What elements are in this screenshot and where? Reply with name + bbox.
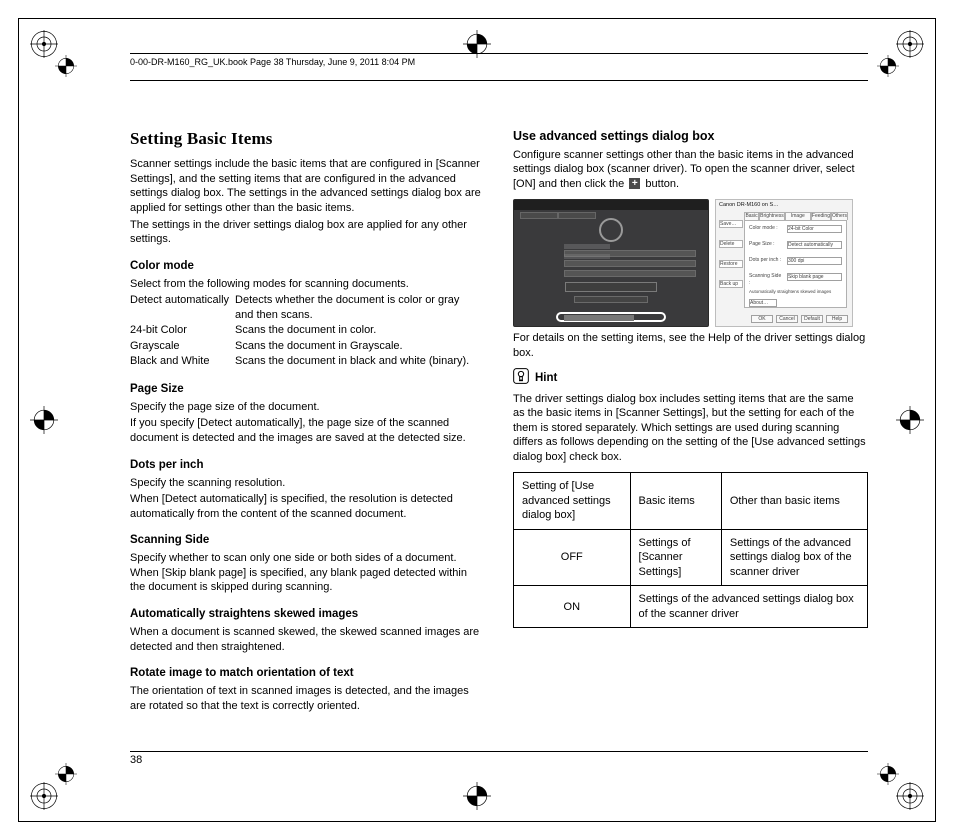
heading-color-mode: Color mode [130,259,485,274]
about-button: About… [749,299,777,307]
screenshot-captureontouch [513,199,709,327]
body-text: Configure scanner settings other than th… [513,148,868,192]
output-settings-pill [565,282,657,292]
hint-icon [513,368,529,389]
body-text: For details on the setting items, see th… [513,331,868,360]
page-title: Setting Basic Items [130,128,485,150]
field-label: Color mode : [749,225,783,232]
cancel-button: Cancel [776,315,798,323]
def-term: Detect automatically [130,293,235,323]
body-text: When a document is scanned skewed, the s… [130,625,485,654]
table-cell: Settings of the advanced settings dialog… [721,529,867,586]
def-term: 24-bit Color [130,323,235,339]
registration-mark-icon [896,30,924,58]
registration-mark-icon [463,782,491,810]
registration-mark-icon [896,782,924,810]
registration-mark-icon [877,55,899,77]
registration-mark-icon [55,55,77,77]
body-text: The orientation of text in scanned image… [130,684,485,713]
right-column: Use advanced settings dialog box Configu… [513,128,868,750]
dropdown: Detect automatically [787,241,842,249]
dialog-buttons: OK Cancel Default Help [751,315,848,323]
ok-button: OK [751,315,773,323]
help-button: Help [826,315,848,323]
field-label: Scanning Side : [749,273,783,286]
tab: Brightness [759,212,785,220]
sidebar-button: Save… [719,220,743,228]
plus-icon: + [629,178,640,189]
table-cell: Settings of [Scanner Settings] [630,529,721,586]
table-header: Other than basic items [721,473,867,530]
header-text: 0-00-DR-M160_RG_UK.book Page 38 Thursday… [130,57,415,67]
body-text: If you specify [Detect automatically], t… [130,416,485,445]
def-desc: Scans the document in black and white (b… [235,354,485,370]
field-label: Page Size : [749,241,783,248]
advanced-settings-highlight [556,312,666,322]
dropdown: Skip blank page [787,273,842,281]
body-text: When [Detect automatically] is specified… [130,492,485,521]
default-button: Default [801,315,823,323]
def-desc: Detects whether the document is color or… [235,293,485,323]
dialog-tabs: Basic Brightness Image processing Feedin… [744,212,848,220]
table-cell: OFF [514,529,631,586]
dropdown: 24-bit Color [787,225,842,233]
crop-mark [18,18,936,19]
body-text: Specify whether to scan only one side or… [130,551,485,595]
tab: Feeding [811,212,831,220]
hint-body: The driver settings dialog box includes … [513,392,868,465]
dialog-titlebar: Canon DR-M160 on S… [719,202,849,209]
tab: Others [831,212,848,220]
body-text: Select from the following modes for scan… [130,277,485,292]
page-number: 38 [130,753,142,768]
heading-scanning-side: Scanning Side [130,533,485,548]
registration-mark-icon [30,30,58,58]
heading-dpi: Dots per inch [130,458,485,473]
scan-button-icon [599,218,623,242]
heading-advanced: Use advanced settings dialog box [513,128,868,145]
tab: Image processing [785,212,811,220]
document-page: 0-00-DR-M160_RG_UK.book Page 38 Thursday… [0,0,954,840]
table-cell: ON [514,586,631,628]
registration-mark-icon [30,406,58,434]
crop-mark [935,18,936,822]
hint-label: Hint [535,371,557,386]
table-header: Setting of [Use advanced settings dialog… [514,473,631,530]
field-label: Dots per inch : [749,257,783,264]
heading-rotate: Rotate image to match orientation of tex… [130,666,485,681]
body-text-fragment: button. [642,178,679,190]
screenshot-row: Canon DR-M160 on S… Save… Delete Restore… [513,199,868,327]
dialog-sidebar: Save… Delete Restore Back up [719,220,743,308]
checkbox-label: Automatically straightens skewed images [749,289,842,295]
intro-text: Scanner settings include the basic items… [130,157,485,215]
registration-mark-icon [30,782,58,810]
def-desc: Scans the document in color. [235,323,485,339]
sidebar-button: Delete [719,240,743,248]
body-text: Specify the page size of the document. [130,400,485,415]
def-term: Grayscale [130,339,235,355]
color-mode-table: Detect automaticallyDetects whether the … [130,293,485,370]
intro-text: The settings in the driver settings dial… [130,218,485,247]
page-header: 0-00-DR-M160_RG_UK.book Page 38 Thursday… [130,57,868,69]
body-text: Specify the scanning resolution. [130,476,485,491]
settings-table: Setting of [Use advanced settings dialog… [513,472,868,628]
def-desc: Scans the document in Grayscale. [235,339,485,355]
registration-mark-icon [55,763,77,785]
registration-mark-icon [877,763,899,785]
tab: Basic [744,212,759,220]
def-term: Black and White [130,354,235,370]
left-column: Setting Basic Items Scanner settings inc… [130,128,485,750]
body-text-fragment: Configure scanner settings other than th… [513,149,855,190]
table-header: Basic items [630,473,721,530]
registration-mark-icon [896,406,924,434]
heading-page-size: Page Size [130,382,485,397]
heading-skew: Automatically straightens skewed images [130,607,485,622]
sidebar-button: Back up [719,280,743,288]
dropdown: 300 dpi [787,257,842,265]
table-cell: Settings of the advanced settings dialog… [630,586,867,628]
footer-rule [130,751,868,752]
crop-mark [18,821,936,822]
screenshot-driver-dialog: Canon DR-M160 on S… Save… Delete Restore… [715,199,853,327]
sidebar-button: Restore [719,260,743,268]
crop-mark [18,18,19,822]
